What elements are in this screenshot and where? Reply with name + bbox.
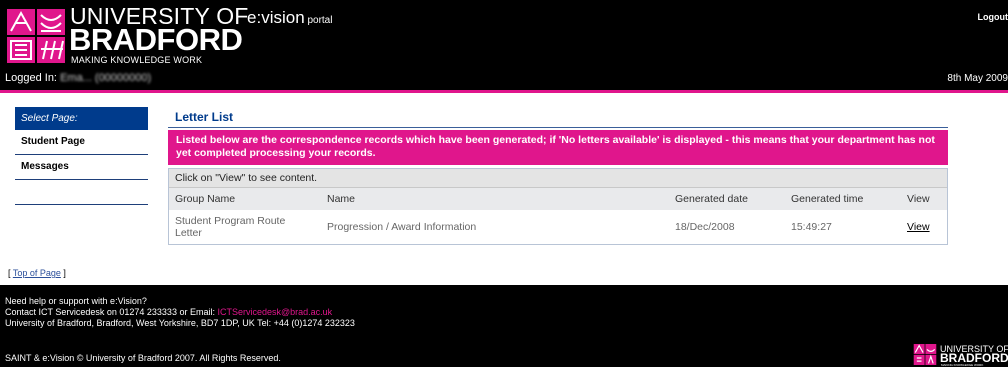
column-header-generated-time: Generated time [785,188,901,210]
cell-view: View [901,210,947,244]
sidebar-spacer [15,180,148,205]
footer-logo-line3: MAKING KNOWLEDGE WORK [941,363,984,367]
notice-banner: Listed below are the correspondence reco… [168,130,948,165]
logged-in-label: Logged In: [5,72,57,84]
logged-in-user: Ema... (00000000) [60,72,152,84]
top-of-page-close-bracket: ] [60,268,66,278]
cell-name: Progression / Award Information [327,221,477,233]
column-header-view: View [901,188,947,210]
letter-table-container: Click on "View" to see content. Group Na… [168,168,948,245]
portal-title: e:vision portal [247,9,332,30]
top-of-page-link[interactable]: Top of Page [13,268,61,278]
footer-email-link[interactable]: ICTServicedesk@brad.ac.uk [217,307,332,317]
site-header: UNIVERSITY OF BRADFORD MAKING KNOWLEDGE … [0,0,1008,93]
university-name-line2: BRADFORD [69,22,243,57]
footer-address: University of Bradford, Bradford, West Y… [5,318,355,328]
sidebar-nav: Select Page: Student Page Messages [15,107,148,205]
sidebar-heading: Select Page: [15,107,148,130]
university-crest-icon [7,9,65,63]
portal-title-vision: vision [261,8,305,27]
logged-in-status: Logged In: Ema... (00000000) [5,72,151,84]
page-title: Letter List [168,108,948,128]
top-of-page: [ Top of Page ] [8,268,66,278]
footer-copyright: SAINT & e:Vision © University of Bradfor… [5,353,281,363]
footer-help-line: Need help or support with e:Vision? [5,296,147,306]
university-tagline: MAKING KNOWLEDGE WORK [71,55,203,65]
letter-table: Group Name Name Generated date Generated… [169,188,947,244]
cell-generated-date: 18/Dec/2008 [675,221,735,233]
current-date: 8th May 2009 [947,73,1008,84]
footer-crest-icon [913,344,937,365]
view-letter-link[interactable]: View [907,221,930,233]
cell-group-name: Student Program Route Letter [175,215,286,239]
footer-contact-line: Contact ICT Servicedesk on 01274 233333 … [5,307,332,317]
site-footer: Need help or support with e:Vision? Cont… [0,285,1008,367]
sidebar-item-messages[interactable]: Messages [15,155,148,180]
sidebar-item-student-page[interactable]: Student Page [15,130,148,155]
column-header-generated-date: Generated date [669,188,785,210]
portal-title-suffix: portal [304,15,333,26]
table-hint: Click on "View" to see content. [169,169,947,188]
column-header-group-name: Group Name [169,188,321,210]
table-header-row: Group Name Name Generated date Generated… [169,188,947,210]
column-header-name: Name [321,188,669,210]
logout-link[interactable]: Logout [978,12,1008,22]
footer-logo: UNIVERSITY OF BRADFORD MAKING KNOWLEDGE … [913,342,1008,367]
table-row: Student Program Route Letter Progression… [169,210,947,244]
cell-generated-time: 15:49:27 [791,221,832,233]
main-content: Letter List Listed below are the corresp… [168,108,948,245]
footer-contact-text: Contact ICT Servicedesk on 01274 233333 … [5,307,218,317]
